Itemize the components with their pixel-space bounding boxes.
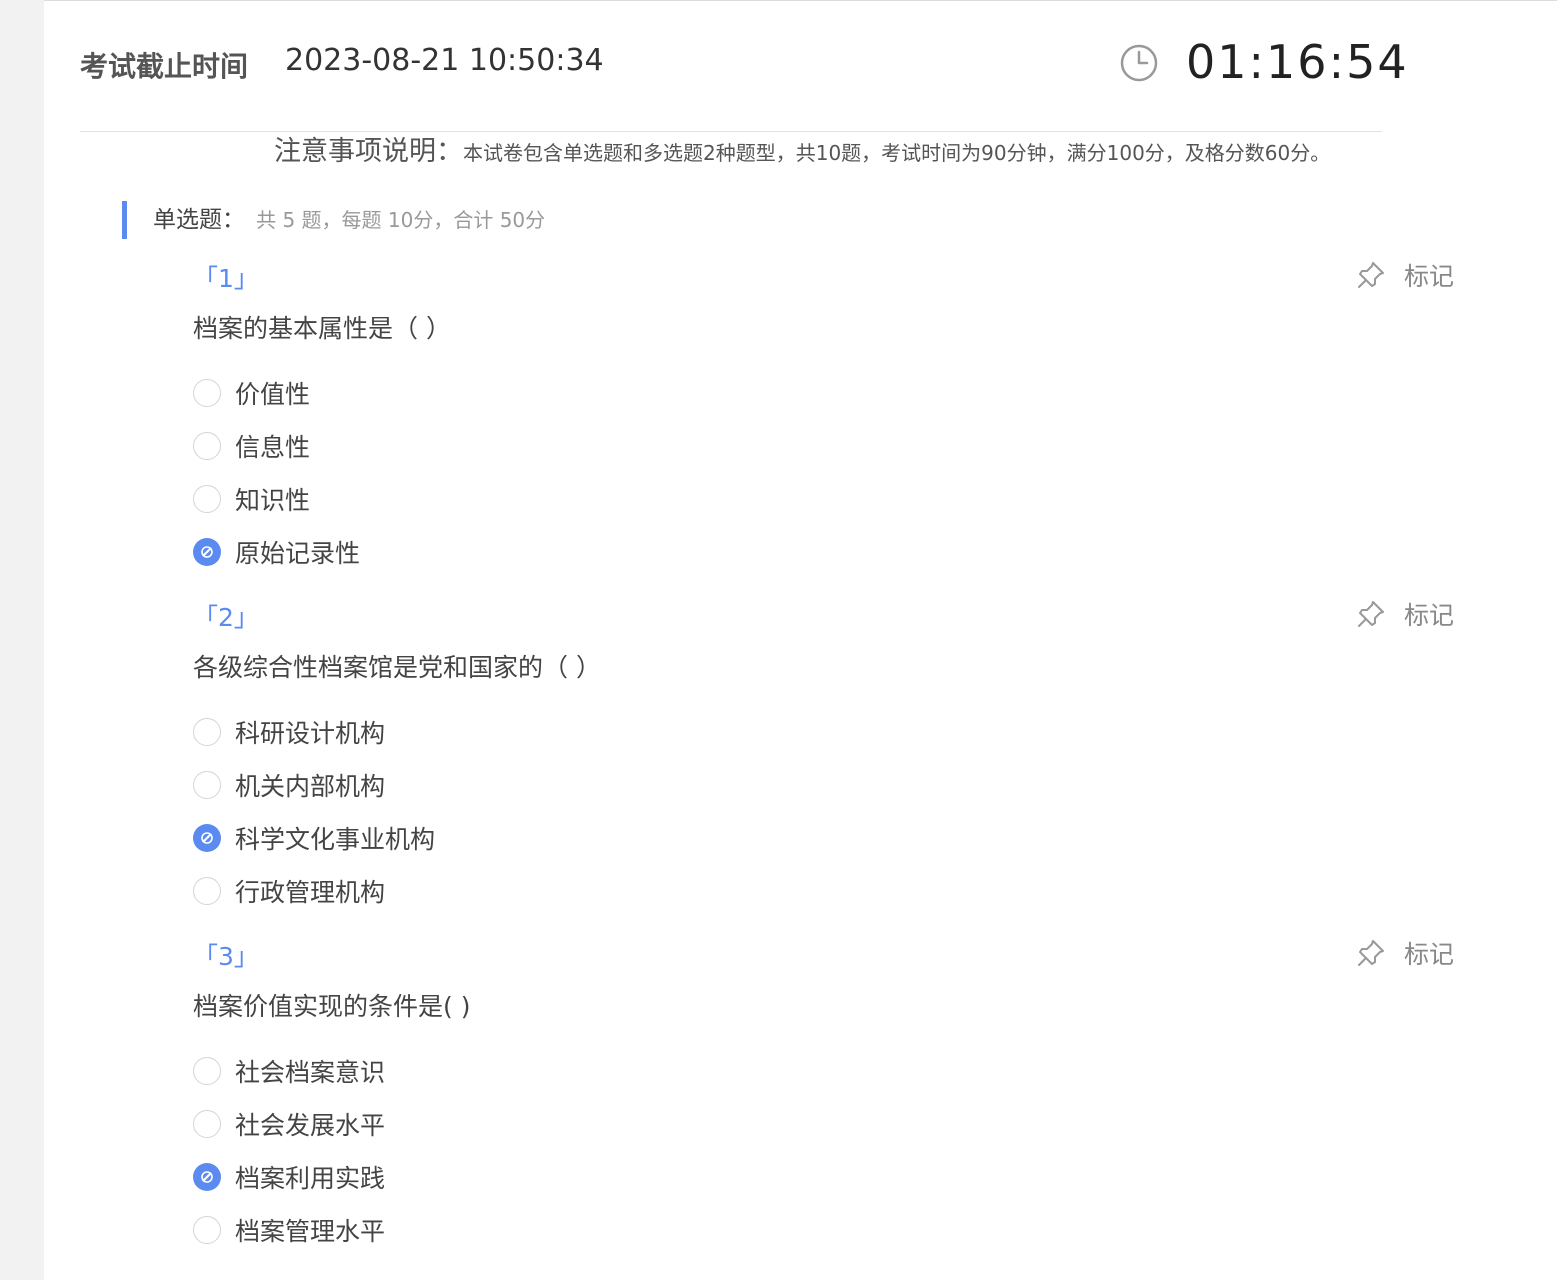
mark-button[interactable]: 标记 <box>1356 933 1454 973</box>
mark-label: 标记 <box>1404 940 1455 969</box>
mark-button[interactable]: 标记 <box>1356 255 1454 295</box>
option-a[interactable]: 价值性 <box>193 377 310 409</box>
radio-checked[interactable] <box>193 824 221 852</box>
option-d[interactable]: 行政管理机构 <box>193 875 385 907</box>
option-label: 档案利用实践 <box>235 1164 386 1193</box>
radio-unchecked[interactable] <box>193 1057 221 1085</box>
option-c[interactable]: 档案利用实践 <box>193 1161 385 1193</box>
option-c[interactable]: 科学文化事业机构 <box>193 822 435 854</box>
exam-panel: 考试截止时间 2023-08-21 10:50:34 01:16:54 注意事项… <box>44 0 1557 1280</box>
mark-label: 标记 <box>1404 262 1455 291</box>
deadline-value: 2023-08-21 10:50:34 <box>285 43 604 78</box>
radio-unchecked[interactable] <box>193 432 221 460</box>
option-label: 科学文化事业机构 <box>235 825 436 854</box>
option-label: 社会档案意识 <box>235 1058 386 1087</box>
option-label: 社会发展水平 <box>235 1111 386 1140</box>
option-label: 原始记录性 <box>235 539 361 568</box>
exam-header: 考试截止时间 2023-08-21 10:50:34 01:16:54 <box>44 1 1557 131</box>
option-d[interactable]: 原始记录性 <box>193 536 360 568</box>
option-b[interactable]: 信息性 <box>193 430 310 462</box>
left-gutter <box>0 0 44 1280</box>
mark-button[interactable]: 标记 <box>1356 594 1454 634</box>
radio-unchecked[interactable] <box>193 771 221 799</box>
notice-text: 本试卷包含单选题和多选题2种题型，共10题，考试时间为90分钟，满分100分，及… <box>463 141 1331 165</box>
mark-label: 标记 <box>1404 601 1455 630</box>
check-icon <box>201 546 213 558</box>
option-label: 知识性 <box>235 486 311 515</box>
clock-icon <box>1120 44 1158 82</box>
option-label: 机关内部机构 <box>235 772 386 801</box>
section-header: 单选题： 共 5 题，每题 10分，合计 50分 <box>122 201 545 239</box>
pin-icon <box>1358 601 1384 627</box>
question-text: 档案的基本属性是（ ） <box>193 314 451 343</box>
option-label: 行政管理机构 <box>235 878 386 907</box>
radio-checked[interactable] <box>193 538 221 566</box>
pin-icon <box>1358 940 1384 966</box>
option-label: 信息性 <box>235 433 311 462</box>
deadline-label: 考试截止时间 <box>80 50 249 83</box>
radio-unchecked[interactable] <box>193 1110 221 1138</box>
radio-unchecked[interactable] <box>193 877 221 905</box>
section-title: 单选题： <box>153 207 245 233</box>
notice: 注意事项说明：本试卷包含单选题和多选题2种题型，共10题，考试时间为90分钟，满… <box>274 129 1330 168</box>
section-meta: 共 5 题，每题 10分，合计 50分 <box>256 208 546 232</box>
check-icon <box>201 1171 213 1183</box>
option-label: 价值性 <box>235 380 311 409</box>
radio-unchecked[interactable] <box>193 1216 221 1244</box>
option-a[interactable]: 科研设计机构 <box>193 716 385 748</box>
option-c[interactable]: 知识性 <box>193 483 310 515</box>
question-text: 各级综合性档案馆是党和国家的（ ） <box>193 653 601 682</box>
pin-icon <box>1358 262 1384 288</box>
question-number: 「3」 <box>193 942 259 971</box>
radio-unchecked[interactable] <box>193 718 221 746</box>
radio-unchecked[interactable] <box>193 485 221 513</box>
option-label: 档案管理水平 <box>235 1217 386 1246</box>
countdown-timer: 01:16:54 <box>1186 35 1409 89</box>
radio-unchecked[interactable] <box>193 379 221 407</box>
check-icon <box>201 832 213 844</box>
radio-checked[interactable] <box>193 1163 221 1191</box>
option-a[interactable]: 社会档案意识 <box>193 1055 385 1087</box>
question-number: 「2」 <box>193 603 259 632</box>
option-label: 科研设计机构 <box>235 719 386 748</box>
notice-title: 注意事项说明： <box>274 136 463 167</box>
option-b[interactable]: 社会发展水平 <box>193 1108 385 1140</box>
question-number: 「1」 <box>193 264 259 293</box>
option-b[interactable]: 机关内部机构 <box>193 769 385 801</box>
option-d[interactable]: 档案管理水平 <box>193 1214 385 1246</box>
question-text: 档案价值实现的条件是( ) <box>193 992 471 1021</box>
